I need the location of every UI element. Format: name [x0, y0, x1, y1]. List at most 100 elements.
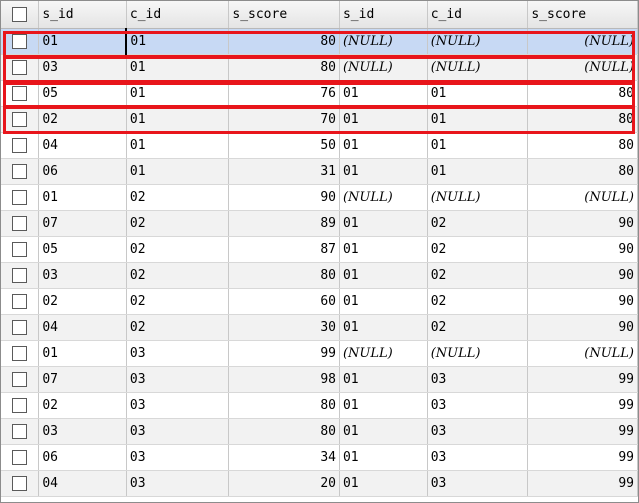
cell-s-id-2[interactable]: 01 [339, 132, 428, 159]
cell-c-id[interactable]: 01 [126, 158, 230, 185]
cell-s-score-2[interactable]: 80 [527, 132, 638, 159]
checkbox-unchecked-icon[interactable] [12, 371, 28, 387]
cell-c-id[interactable]: 03 [126, 470, 230, 497]
checkbox-unchecked-icon[interactable] [12, 345, 28, 361]
table-row[interactable]: 07 02 89 01 02 90 [1, 210, 638, 237]
cell-c-id-2[interactable]: 02 [427, 314, 529, 341]
cell-s-score[interactable]: 98 [228, 366, 340, 393]
cell-s-id[interactable]: 05 [38, 236, 127, 263]
cell-c-id[interactable]: 03 [126, 444, 230, 471]
cell-c-id[interactable]: 01 [126, 132, 230, 159]
cell-s-score-2[interactable]: 80 [527, 80, 638, 107]
cell-c-id[interactable]: 02 [126, 210, 230, 237]
cell-s-score-2[interactable]: 99 [527, 418, 638, 445]
row-checkbox[interactable] [1, 184, 40, 211]
checkbox-unchecked-icon[interactable] [12, 215, 28, 231]
cell-s-score-2[interactable]: 80 [527, 158, 638, 185]
cell-s-score-2[interactable]: (NULL) [527, 54, 638, 81]
cell-s-score[interactable]: 89 [228, 210, 340, 237]
cell-s-id[interactable]: 06 [38, 158, 127, 185]
checkbox-unchecked-icon[interactable] [12, 189, 28, 205]
table-row[interactable]: 04 02 30 01 02 90 [1, 314, 638, 341]
cell-c-id-2[interactable]: 03 [427, 366, 529, 393]
checkbox-unchecked-icon[interactable] [12, 241, 28, 257]
cell-c-id[interactable]: 02 [126, 314, 230, 341]
cell-s-id-2[interactable]: 01 [339, 80, 428, 107]
cell-s-score[interactable]: 76 [228, 80, 340, 107]
cell-c-id[interactable]: 03 [126, 392, 230, 419]
cell-s-score-2[interactable]: (NULL) [527, 28, 638, 55]
column-header-s-id[interactable]: s_id [38, 1, 127, 29]
table-row[interactable]: 06 03 34 01 03 99 [1, 444, 638, 471]
cell-c-id[interactable]: 02 [126, 236, 230, 263]
cell-c-id[interactable]: 02 [126, 184, 230, 211]
cell-c-id-2[interactable]: 01 [427, 106, 529, 133]
cell-c-id[interactable]: 01 [126, 54, 230, 81]
checkbox-unchecked-icon[interactable] [12, 319, 28, 335]
cell-s-score[interactable]: 90 [228, 184, 340, 211]
cell-s-score-2[interactable]: (NULL) [527, 184, 638, 211]
cell-c-id[interactable]: 01 [126, 106, 230, 133]
table-row[interactable]: 01 03 99 (NULL) (NULL) (NULL) [1, 340, 638, 367]
cell-s-id-2[interactable]: 01 [339, 366, 428, 393]
cell-c-id[interactable]: 03 [126, 340, 230, 367]
column-header-s-id-2[interactable]: s_id [339, 1, 428, 29]
cell-s-id-2[interactable]: 01 [339, 470, 428, 497]
table-row[interactable]: 07 03 98 01 03 99 [1, 366, 638, 393]
cell-c-id-2[interactable]: 03 [427, 444, 529, 471]
row-checkbox[interactable] [1, 158, 40, 185]
table-row[interactable]: 01 01 80 (NULL) (NULL) (NULL) [1, 28, 638, 55]
checkbox-unchecked-icon[interactable] [12, 475, 28, 491]
cell-c-id-2[interactable]: (NULL) [427, 340, 529, 367]
column-header-c-id[interactable]: c_id [126, 1, 230, 29]
checkbox-unchecked-icon[interactable] [12, 423, 28, 439]
cell-s-score[interactable]: 87 [228, 236, 340, 263]
cell-c-id-2[interactable]: 02 [427, 210, 529, 237]
cell-s-id[interactable]: 06 [38, 444, 127, 471]
cell-c-id-2[interactable]: 01 [427, 132, 529, 159]
cell-s-score[interactable]: 50 [228, 132, 340, 159]
cell-s-score-2[interactable]: 80 [527, 106, 638, 133]
cell-c-id-2[interactable]: 02 [427, 288, 529, 315]
cell-s-score[interactable]: 30 [228, 314, 340, 341]
cell-s-score[interactable]: 80 [228, 262, 340, 289]
cell-c-id-2[interactable]: 03 [427, 392, 529, 419]
cell-s-score[interactable]: 80 [228, 418, 340, 445]
cell-s-score[interactable]: 20 [228, 470, 340, 497]
row-checkbox[interactable] [1, 262, 40, 289]
row-checkbox[interactable] [1, 392, 40, 419]
cell-c-id-2[interactable]: 03 [427, 470, 529, 497]
cell-c-id[interactable]: 02 [126, 288, 230, 315]
cell-s-score-2[interactable]: (NULL) [527, 340, 638, 367]
cell-s-id-2[interactable]: 01 [339, 210, 428, 237]
cell-c-id-2[interactable]: (NULL) [427, 28, 529, 55]
cell-c-id-2[interactable]: 01 [427, 80, 529, 107]
checkbox-unchecked-icon[interactable] [12, 33, 28, 49]
cell-s-id[interactable]: 03 [38, 54, 127, 81]
row-checkbox[interactable] [1, 236, 40, 263]
cell-s-score[interactable]: 99 [228, 340, 340, 367]
row-checkbox[interactable] [1, 340, 40, 367]
row-checkbox[interactable] [1, 418, 40, 445]
table-row[interactable]: 05 01 76 01 01 80 [1, 80, 638, 107]
cell-s-id[interactable]: 01 [38, 28, 127, 55]
cell-s-score[interactable]: 80 [228, 28, 340, 55]
row-checkbox[interactable] [1, 366, 40, 393]
table-row[interactable]: 01 02 90 (NULL) (NULL) (NULL) [1, 184, 638, 211]
table-row[interactable]: 04 01 50 01 01 80 [1, 132, 638, 159]
table-row[interactable]: 04 03 20 01 03 99 [1, 470, 638, 497]
cell-s-score[interactable]: 80 [228, 392, 340, 419]
cell-s-id-2[interactable]: 01 [339, 392, 428, 419]
cell-s-score[interactable]: 70 [228, 106, 340, 133]
cell-s-id-2[interactable]: 01 [339, 236, 428, 263]
cell-s-id[interactable]: 02 [38, 392, 127, 419]
checkbox-unchecked-icon[interactable] [12, 85, 28, 101]
checkbox-unchecked-icon[interactable] [12, 449, 28, 465]
cell-s-id-2[interactable]: 01 [339, 314, 428, 341]
row-checkbox[interactable] [1, 444, 40, 471]
checkbox-unchecked-icon[interactable] [12, 6, 28, 22]
table-row[interactable]: 02 01 70 01 01 80 [1, 106, 638, 133]
cell-c-id-2[interactable]: 02 [427, 236, 529, 263]
table-row[interactable]: 05 02 87 01 02 90 [1, 236, 638, 263]
cell-s-score-2[interactable]: 90 [527, 262, 638, 289]
